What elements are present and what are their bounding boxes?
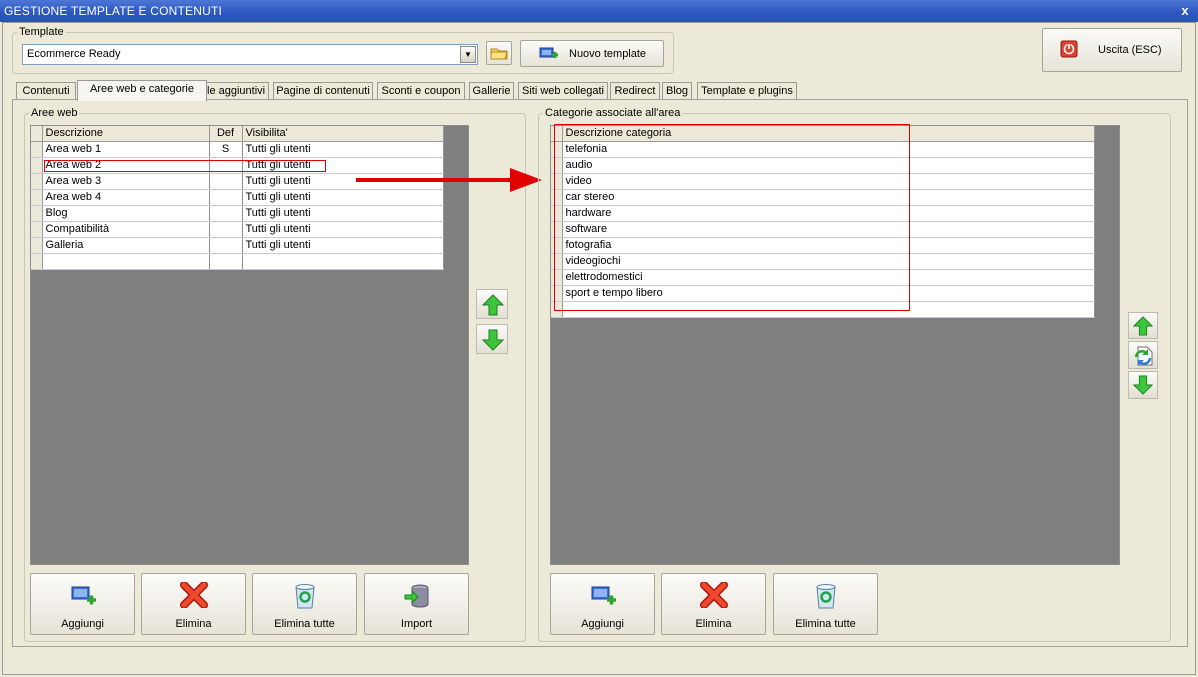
template-select-value: Ecommerce Ready: [27, 48, 121, 60]
cell-descrizione[interactable]: Area web 1: [42, 141, 210, 158]
cat-move-up-button[interactable]: [1128, 312, 1158, 339]
recycle-bin-icon: [816, 584, 836, 609]
cat-move-down-button[interactable]: [1128, 371, 1158, 399]
cell-def[interactable]: [209, 205, 243, 222]
add-icon: [71, 586, 96, 605]
row-indicator: [31, 189, 43, 206]
database-import-icon: [404, 584, 429, 608]
new-template-icon: [539, 47, 558, 58]
row-indicator: [31, 157, 43, 174]
row-indicator: [31, 237, 43, 254]
cell-empty[interactable]: [209, 253, 243, 270]
power-icon: [1060, 40, 1078, 58]
cell-empty[interactable]: [242, 253, 444, 270]
folder-icon: [490, 48, 508, 60]
tab-gallerie[interactable]: Gallerie: [469, 82, 514, 100]
new-template-button[interactable]: Nuovo template: [520, 40, 664, 67]
aree-web-table: Descrizione Def Visibilita' Area web 1 S…: [31, 126, 444, 270]
cat-delete-all-button[interactable]: Elimina tutte: [773, 573, 878, 635]
exit-button[interactable]: Uscita (ESC): [1042, 28, 1182, 72]
cell-def[interactable]: [209, 221, 243, 238]
row-indicator: [31, 221, 43, 238]
close-icon[interactable]: x: [1178, 0, 1192, 22]
tab-template-plugins[interactable]: Template e plugins: [697, 82, 797, 100]
tab-aree-web-categorie[interactable]: Aree web e categorie: [77, 80, 207, 101]
cell-descrizione[interactable]: Area web 4: [42, 189, 210, 206]
table-row-empty[interactable]: [31, 253, 444, 270]
table-row[interactable]: Area web 1 S Tutti gli utenti: [31, 141, 444, 158]
tab-blog[interactable]: Blog: [662, 82, 692, 100]
cell-descrizione[interactable]: Area web 3: [42, 173, 210, 190]
cat-add-button[interactable]: Aggiungi: [550, 573, 655, 635]
column-header-visibilita[interactable]: Visibilita': [242, 126, 444, 142]
refresh-page-icon: [1134, 346, 1153, 366]
chevron-down-icon[interactable]: ▼: [460, 46, 476, 63]
aree-delete-all-label: Elimina tutte: [274, 618, 335, 630]
tab-siti-web-collegati[interactable]: Siti web collegati: [518, 82, 608, 100]
column-header-descrizione[interactable]: Descrizione: [42, 126, 210, 142]
move-down-button[interactable]: [476, 324, 508, 354]
row-indicator: [31, 141, 43, 158]
row-indicator: [31, 126, 43, 142]
cat-delete-all-label: Elimina tutte: [795, 618, 856, 630]
template-select[interactable]: Ecommerce Ready ▼: [22, 44, 478, 65]
arrow-down-icon: [1133, 375, 1153, 395]
tab-pagine-contenuti[interactable]: Pagine di contenuti: [273, 82, 373, 100]
arrow-up-icon: [1133, 316, 1153, 336]
cell-descrizione[interactable]: Blog: [42, 205, 210, 222]
cell-empty[interactable]: [42, 253, 210, 270]
cell-descrizione[interactable]: Compatibilità: [42, 221, 210, 238]
open-folder-button[interactable]: [486, 41, 512, 65]
template-group-legend: Template: [19, 26, 64, 38]
cat-refresh-button[interactable]: [1128, 341, 1158, 369]
move-up-button[interactable]: [476, 289, 508, 319]
aree-web-legend: Aree web: [31, 107, 78, 119]
categorie-legend: Categorie associate all'area: [545, 107, 681, 119]
tab-contenuti[interactable]: Contenuti: [16, 82, 76, 100]
cell-visibilita[interactable]: Tutti gli utenti: [242, 221, 444, 238]
table-row[interactable]: Galleria Tutti gli utenti: [31, 237, 444, 254]
aree-import-label: Import: [400, 618, 433, 630]
cell-def[interactable]: [209, 237, 243, 254]
recycle-bin-icon: [295, 584, 315, 609]
cell-visibilita[interactable]: Tutti gli utenti: [242, 141, 444, 158]
cell-def[interactable]: [209, 173, 243, 190]
arrow-down-icon: [482, 329, 504, 351]
cell-descrizione[interactable]: Galleria: [42, 237, 210, 254]
cell-visibilita[interactable]: Tutti gli utenti: [242, 205, 444, 222]
aree-add-label: Aggiungi: [61, 618, 104, 630]
cell-def[interactable]: S: [209, 141, 243, 158]
cell-def[interactable]: [209, 189, 243, 206]
table-row[interactable]: Blog Tutti gli utenti: [31, 205, 444, 222]
aree-delete-all-button[interactable]: Elimina tutte: [252, 573, 357, 635]
annotation-highlight-row: [44, 160, 326, 172]
annotation-highlight-box: [554, 124, 910, 311]
arrow-up-icon: [482, 294, 504, 316]
cat-delete-button[interactable]: Elimina: [661, 573, 766, 635]
row-indicator: [31, 253, 43, 270]
row-indicator: [31, 173, 43, 190]
aree-import-button[interactable]: Import: [364, 573, 469, 635]
exit-label: Uscita (ESC): [1098, 44, 1162, 56]
add-icon: [591, 586, 616, 605]
window-title: GESTIONE TEMPLATE E CONTENUTI: [0, 0, 1198, 22]
delete-x-icon: [180, 582, 208, 608]
cat-add-label: Aggiungi: [581, 618, 624, 630]
aree-delete-label: Elimina: [175, 618, 212, 630]
table-row[interactable]: Compatibilità Tutti gli utenti: [31, 221, 444, 238]
annotation-arrow-icon: [356, 168, 542, 192]
tab-redirect[interactable]: Redirect: [610, 82, 660, 100]
tab-sconti-coupon[interactable]: Sconti e coupon: [377, 82, 465, 100]
column-header-def[interactable]: Def: [209, 126, 243, 142]
new-template-label: Nuovo template: [569, 48, 647, 60]
cell-visibilita[interactable]: Tutti gli utenti: [242, 237, 444, 254]
aree-add-button[interactable]: Aggiungi: [30, 573, 135, 635]
aree-delete-button[interactable]: Elimina: [141, 573, 246, 635]
row-indicator: [31, 205, 43, 222]
cat-delete-label: Elimina: [695, 618, 732, 630]
delete-x-icon: [700, 582, 728, 608]
